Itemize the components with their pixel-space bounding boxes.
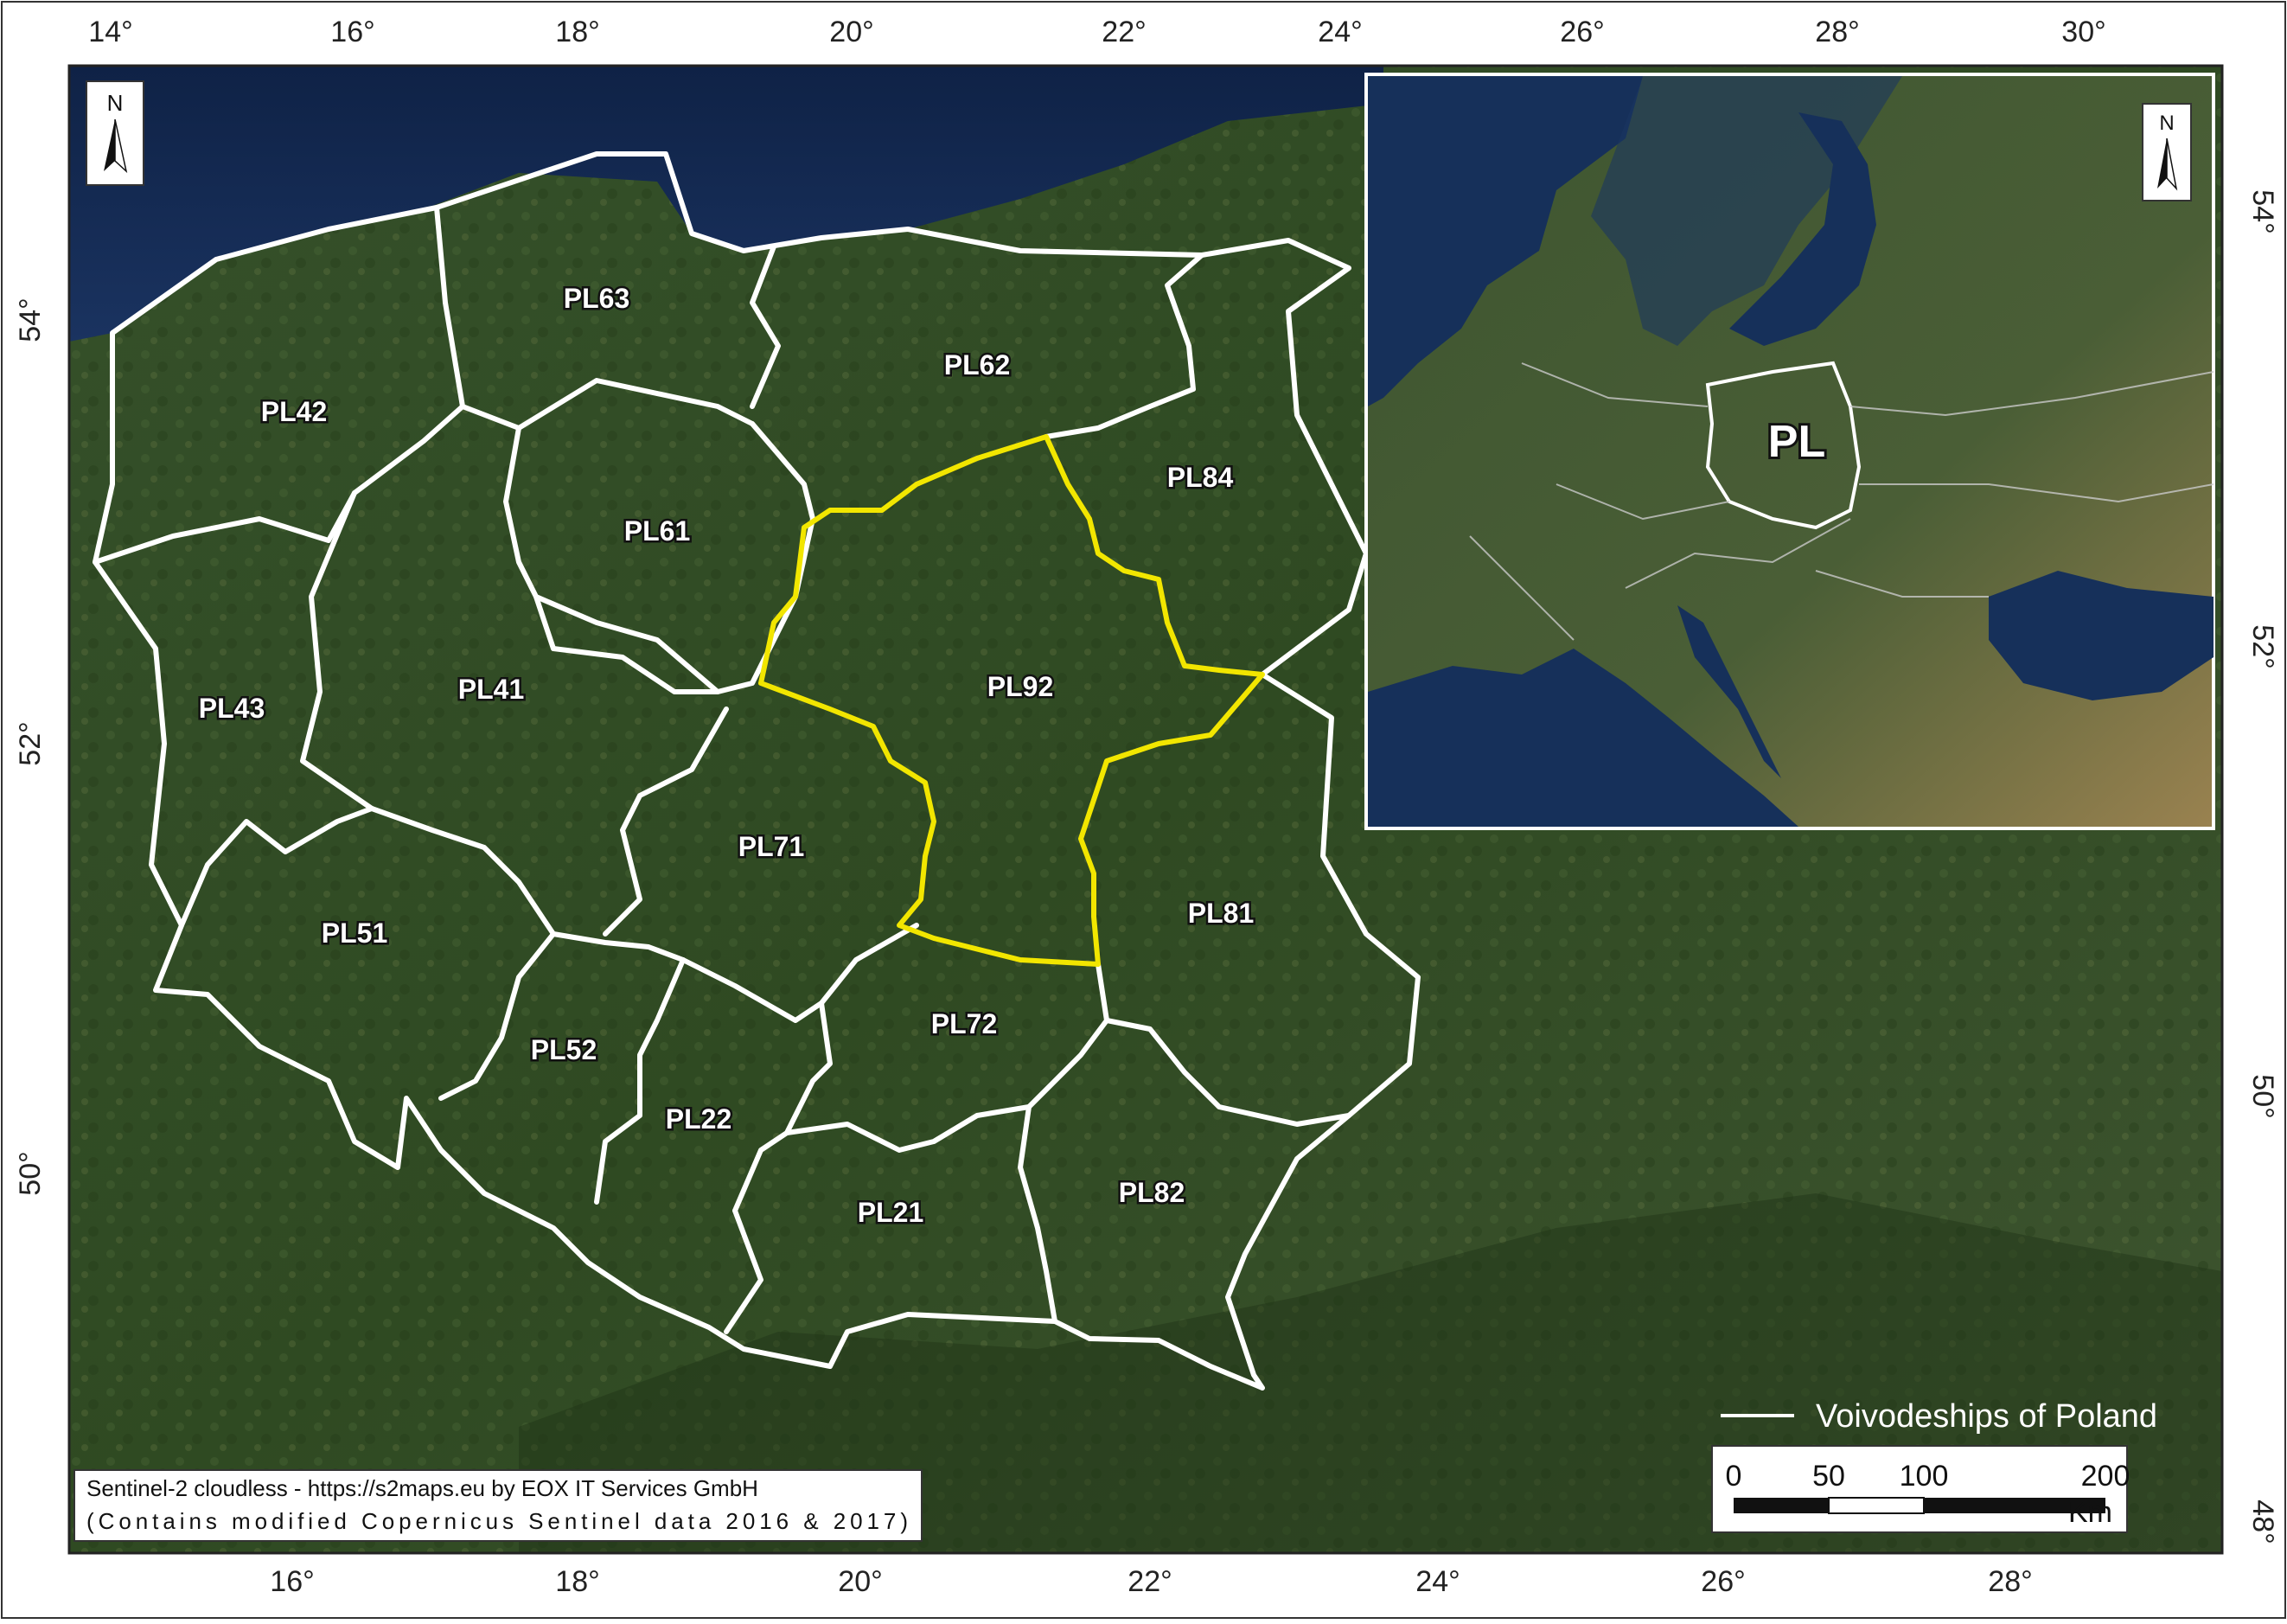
region-label-pl92: PL92: [987, 671, 1053, 702]
tick-right-0: 50°: [2246, 1074, 2279, 1118]
inset-tick-top-0: 26°: [1560, 16, 1604, 48]
credit-box: Sentinel-2 cloudless - https://s2maps.eu…: [73, 1469, 923, 1542]
region-label-pl81: PL81: [1188, 898, 1254, 929]
region-label-pl63: PL63: [564, 283, 629, 314]
region-label-pl52: PL52: [531, 1034, 597, 1065]
tick-left-1: 52°: [14, 721, 47, 765]
tick-top-5: 24°: [1318, 16, 1362, 48]
tick-bottom-2: 20°: [838, 1565, 882, 1598]
tick-bottom-0: 16°: [270, 1565, 314, 1598]
region-label-pl42: PL42: [261, 396, 327, 427]
region-label-pl62: PL62: [944, 349, 1010, 380]
credit-line-1: Sentinel-2 cloudless - https://s2maps.eu…: [86, 1475, 758, 1501]
scale-tick-3: 200: [2081, 1460, 2130, 1493]
scale-tick-0: 0: [1726, 1460, 1742, 1493]
tick-top-0: 14°: [88, 16, 132, 48]
inset-tick-right-1: 52°: [2246, 624, 2279, 668]
tick-top-2: 18°: [555, 16, 599, 48]
tick-left-0: 54°: [14, 297, 47, 342]
inset-tick-top-1: 28°: [1815, 16, 1859, 48]
north-arrow: N: [86, 80, 144, 186]
tick-bottom-4: 24°: [1415, 1565, 1460, 1598]
tick-top-1: 16°: [330, 16, 374, 48]
inset-country-label: PL: [1768, 417, 1825, 467]
region-label-pl82: PL82: [1119, 1177, 1185, 1208]
tick-bottom-6: 28°: [1988, 1565, 2032, 1598]
scale-bar: 0 50 100 200 Km: [1711, 1445, 2130, 1533]
inset-map-panel: PL N: [1364, 73, 2215, 830]
inset-north-arrow-label: N: [2159, 112, 2174, 135]
region-label-pl21: PL21: [858, 1197, 923, 1228]
inset-tick-right-0: 54°: [2246, 189, 2279, 233]
region-label-pl41: PL41: [458, 674, 524, 705]
tick-bottom-5: 26°: [1701, 1565, 1745, 1598]
scale-tick-1: 50: [1812, 1460, 1845, 1493]
region-label-pl61: PL61: [624, 515, 690, 547]
region-label-pl84: PL84: [1167, 462, 1234, 493]
scale-segment-2: [1828, 1497, 1925, 1514]
region-label-pl71: PL71: [738, 831, 804, 862]
region-label-pl72: PL72: [931, 1008, 997, 1039]
north-arrow-label: N: [107, 90, 124, 116]
region-label-pl43: PL43: [199, 693, 265, 724]
credit-line-2: (Contains modified Copernicus Sentinel d…: [86, 1508, 908, 1534]
inset-north-arrow: N: [2142, 103, 2192, 201]
tick-bottom-3: 22°: [1128, 1565, 1172, 1598]
region-label-pl22: PL22: [666, 1103, 731, 1135]
inset-tick-top-2: 30°: [2061, 16, 2105, 48]
tick-right-1: 48°: [2246, 1499, 2279, 1544]
map-svg: PL42 PL63 PL62 PL84 PL61 PL41 PL43 PL92 PL71 PL81…: [1, 1, 2286, 1619]
map-figure: PL42 PL63 PL62 PL84 PL61 PL41 PL43 PL92 PL71 PL81…: [0, 0, 2287, 1620]
tick-left-2: 50°: [14, 1151, 47, 1195]
tick-top-3: 20°: [829, 16, 873, 48]
scale-segment-1: [1734, 1498, 1829, 1513]
legend-label: Voivodeships of Poland: [1816, 1398, 2157, 1435]
tick-top-4: 22°: [1102, 16, 1146, 48]
tick-bottom-1: 18°: [555, 1565, 599, 1598]
region-label-pl51: PL51: [322, 917, 387, 949]
scale-tick-2: 100: [1900, 1460, 1949, 1493]
scale-unit: Km: [2068, 1496, 2112, 1529]
